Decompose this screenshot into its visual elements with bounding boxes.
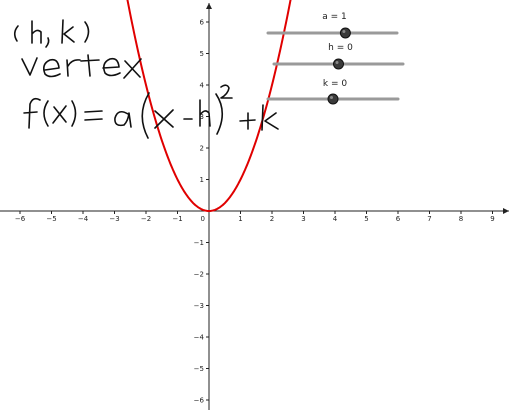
slider-label: a = 1 bbox=[322, 12, 347, 22]
handwriting-vertex-form bbox=[23, 84, 279, 139]
slider-h[interactable]: h = 0 bbox=[272, 43, 405, 70]
x-tick-label: 5 bbox=[364, 215, 368, 223]
x-tick-label: −4 bbox=[78, 215, 89, 223]
x-tick-label: 3 bbox=[301, 215, 305, 223]
x-tick-label: 8 bbox=[459, 215, 463, 223]
slider-handle-highlight bbox=[335, 61, 339, 64]
x-tick-label: −6 bbox=[15, 215, 26, 223]
slider-handle-highlight bbox=[330, 96, 333, 99]
x-tick-label: 9 bbox=[490, 215, 494, 223]
x-tick-label: 1 bbox=[238, 215, 242, 223]
x-tick-label: −5 bbox=[46, 215, 56, 223]
slider-panel: a = 1 h = 0 k = 0 bbox=[266, 12, 405, 105]
handwritten-notes bbox=[13, 19, 279, 139]
x-tick-label: 0 bbox=[201, 215, 205, 223]
x-axis-arrow bbox=[503, 208, 509, 214]
y-tick-label: −3 bbox=[194, 302, 204, 310]
handwriting-vertex-coords bbox=[13, 19, 90, 48]
x-tick-label: 4 bbox=[333, 215, 338, 223]
slider-handle[interactable] bbox=[327, 93, 339, 105]
y-tick-label: 6 bbox=[200, 19, 205, 27]
x-tick-label: −2 bbox=[141, 215, 151, 223]
y-tick-label: 5 bbox=[200, 50, 204, 58]
slider-handle-highlight bbox=[342, 30, 346, 33]
y-tick-label: 2 bbox=[200, 145, 204, 153]
x-tick-label: 6 bbox=[396, 215, 401, 223]
y-tick-label: −5 bbox=[194, 365, 204, 373]
x-tick-label: 2 bbox=[270, 215, 274, 223]
y-tick-label: −4 bbox=[194, 334, 205, 342]
x-tick-label: 7 bbox=[427, 215, 431, 223]
y-tick-label: −1 bbox=[194, 239, 204, 247]
graph-canvas[interactable]: −6 −5 −4 −3 −2 −1 0 1 2 3 4 5 6 7 8 9−6−5−4−3−2−1123456… bbox=[0, 0, 512, 410]
y-tick-label: −2 bbox=[194, 271, 204, 279]
slider-handle[interactable] bbox=[339, 27, 351, 39]
slider-label: h = 0 bbox=[328, 43, 353, 53]
handwriting-vertex-word bbox=[21, 54, 142, 79]
slider-label: k = 0 bbox=[323, 79, 347, 89]
slider-handle[interactable] bbox=[333, 58, 344, 70]
y-axis-arrow bbox=[206, 3, 212, 9]
x-tick-label: −3 bbox=[109, 215, 119, 223]
x-tick-label: −1 bbox=[172, 215, 182, 223]
slider-k[interactable]: k = 0 bbox=[266, 79, 400, 105]
axes bbox=[0, 3, 509, 410]
y-tick-label: −6 bbox=[194, 397, 205, 405]
y-tick-label: 1 bbox=[200, 176, 204, 184]
y-tick-label: 4 bbox=[200, 82, 205, 90]
